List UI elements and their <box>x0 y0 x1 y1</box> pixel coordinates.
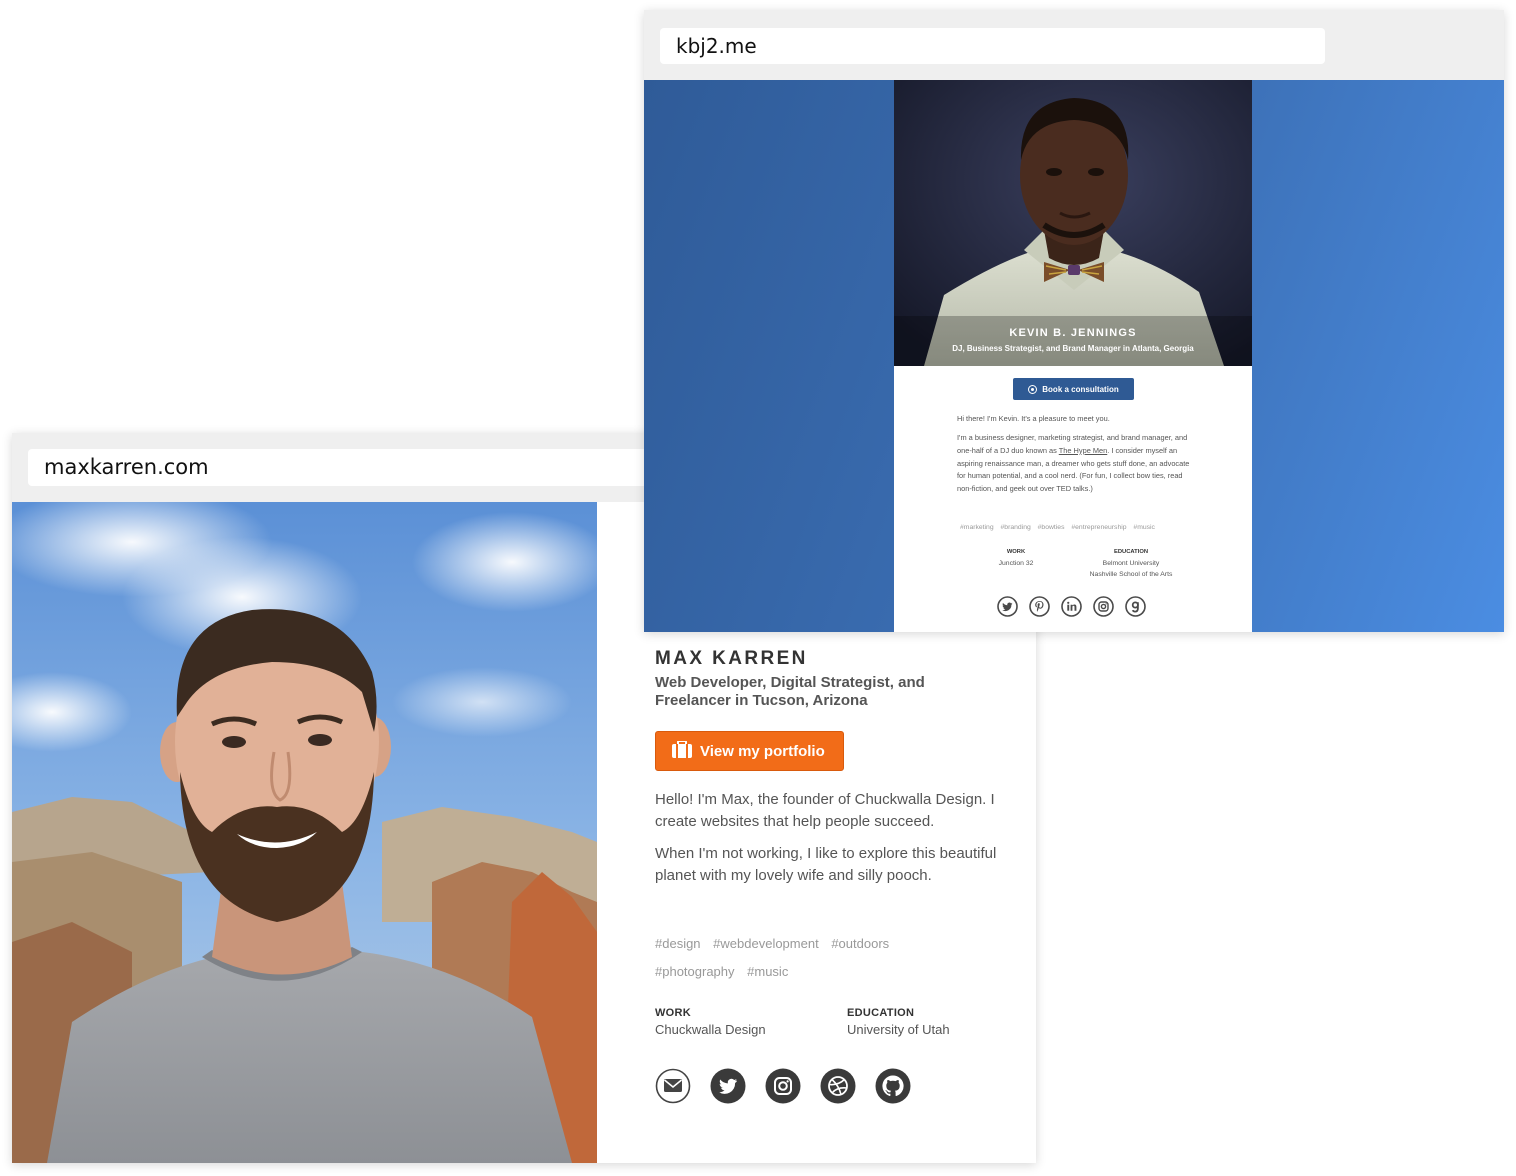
book-consultation-button[interactable]: Book a consultation <box>1013 378 1134 400</box>
browser-window-kbj2: kbj2.me KEVIN B. JENNINGS DJ, Business S… <box>644 10 1504 632</box>
education-heading: EDUCATION <box>1113 549 1149 555</box>
profile-card: KEVIN B. JENNINGS DJ, Business Strategis… <box>894 80 1252 632</box>
work-value: Junction 32 <box>998 560 1034 567</box>
tag[interactable]: #photography <box>655 964 735 979</box>
linkedin-icon[interactable] <box>1061 596 1082 617</box>
tag[interactable]: #entrepreneurship <box>1071 524 1126 531</box>
tag[interactable]: #bowties <box>1038 524 1065 531</box>
tag[interactable]: #outdoors <box>831 936 889 951</box>
work-info: WORK Junction 32 <box>984 547 1048 569</box>
dribbble-icon[interactable] <box>820 1068 856 1104</box>
tag-list: #design #webdevelopment #outdoors #photo… <box>655 930 955 986</box>
greeting-text: Hi there! I'm Kevin. It's a pleasure to … <box>957 414 1110 423</box>
pinterest-icon[interactable] <box>1029 596 1050 617</box>
browser-chrome: kbj2.me <box>644 10 1504 80</box>
mail-icon[interactable] <box>655 1068 691 1104</box>
instagram-icon[interactable] <box>1093 596 1114 617</box>
twitter-icon[interactable] <box>997 596 1018 617</box>
tag[interactable]: #webdevelopment <box>713 936 819 951</box>
bio-paragraph: I'm a business designer, marketing strat… <box>957 433 1190 494</box>
profile-subtitle: DJ, Business Strategist, and Brand Manag… <box>952 344 1194 353</box>
profile-name: KEVIN B. JENNINGS <box>1009 327 1137 339</box>
tag[interactable]: #branding <box>1001 524 1031 531</box>
profile-photo: KEVIN B. JENNINGS DJ, Business Strategis… <box>894 80 1252 366</box>
tag[interactable]: #marketing <box>960 524 994 531</box>
book-button-label: Book a consultation <box>1042 384 1119 394</box>
education-info: EDUCATION Belmont University Nashville S… <box>1070 547 1192 580</box>
hype-men-link[interactable]: The Hype Men <box>1059 446 1107 455</box>
work-value: Chuckwalla Design <box>655 1022 766 1037</box>
education-value: Belmont University <box>1102 560 1160 567</box>
view-portfolio-button[interactable]: View my portfolio <box>655 731 844 771</box>
goodreads-icon[interactable] <box>1125 596 1146 617</box>
education-value: University of Utah <box>847 1022 950 1037</box>
social-links <box>655 1068 911 1104</box>
tag-list: #marketing #branding #bowties #entrepren… <box>960 524 1160 531</box>
address-bar[interactable]: kbj2.me <box>660 28 1325 64</box>
profile-name: MAX KARREN <box>655 648 808 669</box>
tag[interactable]: #music <box>1133 524 1155 531</box>
page-background: KEVIN B. JENNINGS DJ, Business Strategis… <box>644 80 1504 632</box>
tag[interactable]: #design <box>655 936 701 951</box>
github-icon[interactable] <box>875 1068 911 1104</box>
twitter-icon[interactable] <box>710 1068 746 1104</box>
bio-paragraph-1: Hello! I'm Max, the founder of Chuckwall… <box>655 791 995 830</box>
target-icon <box>1028 384 1038 394</box>
education-value: Nashville School of the Arts <box>1089 571 1173 578</box>
education-info: EDUCATION University of Utah <box>847 1007 950 1037</box>
briefcase-icon <box>672 739 692 762</box>
portfolio-button-label: View my portfolio <box>700 742 825 760</box>
instagram-icon[interactable] <box>765 1068 801 1104</box>
work-heading: WORK <box>1006 549 1026 555</box>
tag[interactable]: #music <box>747 964 788 979</box>
bio-paragraph-2: When I'm not working, I like to explore … <box>655 845 997 884</box>
profile-photo <box>12 502 597 1163</box>
social-links <box>997 596 1146 617</box>
work-heading: WORK <box>655 1007 692 1019</box>
work-info: WORK Chuckwalla Design <box>655 1007 766 1037</box>
education-heading: EDUCATION <box>847 1007 915 1019</box>
profile-subtitle: Web Developer, Digital Strategist, and F… <box>655 674 925 709</box>
